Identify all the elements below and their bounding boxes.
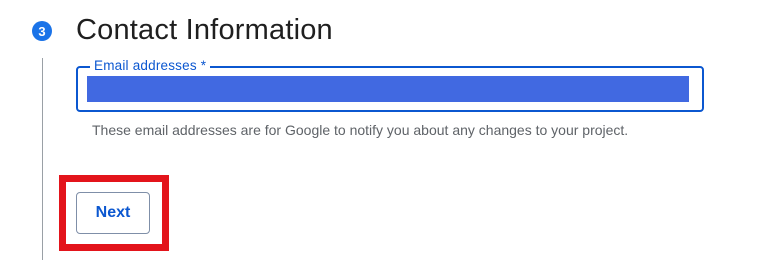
step-title: Contact Information bbox=[76, 14, 333, 46]
email-addresses-field[interactable]: Email addresses * bbox=[76, 58, 704, 112]
email-helper-text: These email addresses are for Google to … bbox=[92, 122, 629, 138]
contact-information-step: 3 Contact Information Email addresses * … bbox=[0, 0, 765, 260]
email-addresses-label: Email addresses * bbox=[90, 58, 211, 74]
email-addresses-input[interactable] bbox=[87, 76, 689, 102]
step-number-badge: 3 bbox=[32, 21, 52, 41]
next-button[interactable]: Next bbox=[76, 192, 150, 234]
step-connector-line bbox=[42, 58, 43, 260]
